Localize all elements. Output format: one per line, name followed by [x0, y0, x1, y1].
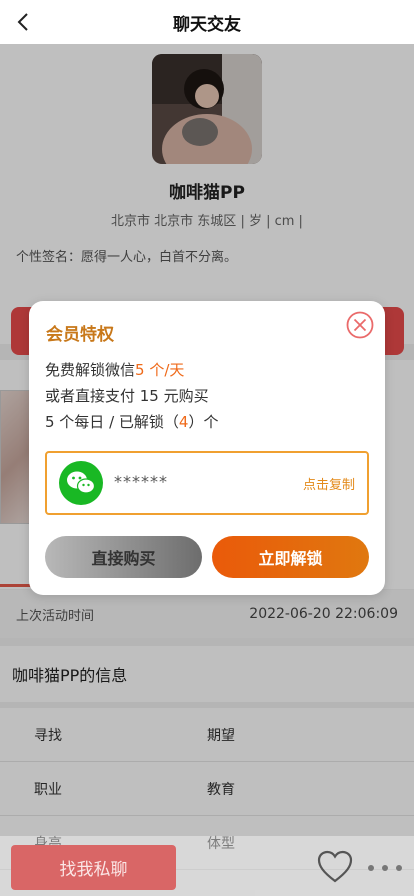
- page-title: 聊天交友: [173, 14, 241, 35]
- vip-modal: 会员特权 免费解锁微信5 个/天 或者直接支付 15 元购买 5 个每日 / 已…: [29, 301, 385, 595]
- dot: [396, 865, 402, 871]
- copy-link[interactable]: 点击复制: [303, 474, 355, 493]
- wechat-icon: [59, 461, 103, 505]
- dot: [382, 865, 388, 871]
- dot: [368, 865, 374, 871]
- direct-pay-line: 或者直接支付 15 元购买: [45, 387, 209, 405]
- close-circle-icon[interactable]: [346, 311, 374, 339]
- chat-button[interactable]: 找我私聊: [11, 845, 176, 890]
- wechat-id-box: ****** 点击复制: [45, 451, 369, 515]
- daily-unlock-suffix: ）个: [188, 413, 219, 431]
- heart-icon[interactable]: [317, 850, 353, 884]
- free-unlock-quota: 5 个/天: [135, 361, 185, 379]
- more-dots-icon[interactable]: [368, 856, 402, 880]
- daily-unlock-line: 5 个每日 / 已解锁（4）个: [45, 411, 218, 432]
- top-bar: 聊天交友: [0, 0, 414, 44]
- unlock-button[interactable]: 立即解锁: [212, 536, 369, 578]
- back-arrow-icon[interactable]: [10, 8, 38, 36]
- free-unlock-text: 免费解锁微信: [45, 361, 136, 379]
- buy-button[interactable]: 直接购买: [45, 536, 202, 578]
- free-unlock-line: 免费解锁微信5 个/天: [45, 359, 184, 380]
- daily-unlock-prefix: 5 个每日 / 已解锁（: [45, 413, 179, 431]
- modal-title: 会员特权: [46, 325, 114, 345]
- wechat-id-masked: ******: [114, 472, 168, 491]
